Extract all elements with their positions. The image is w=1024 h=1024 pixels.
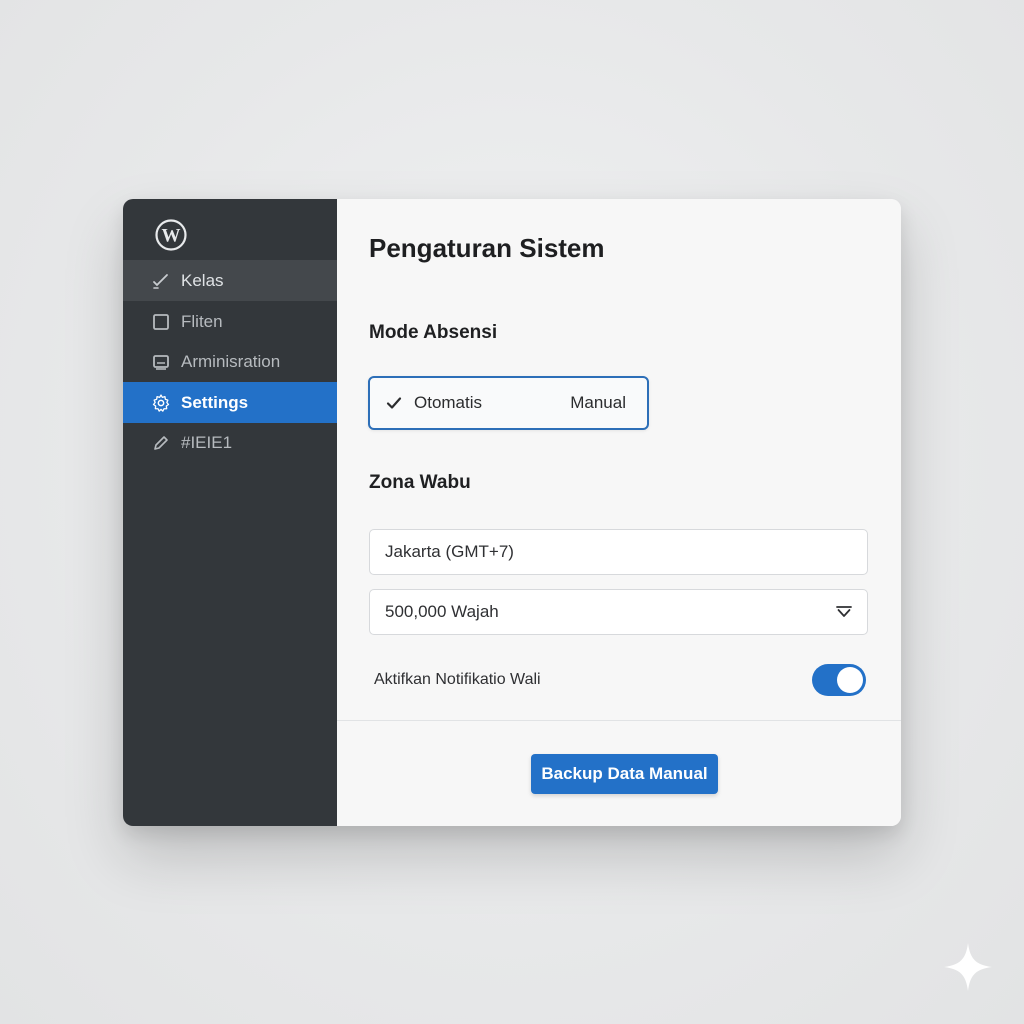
check-icon	[386, 397, 402, 409]
sidebar-nav: Kelas Fliten Arminisration Settings #IEI…	[123, 260, 337, 463]
sidebar-item-label: Arminisration	[181, 352, 281, 371]
sidebar-item-ieie1[interactable]: #IEIE1	[123, 423, 337, 463]
notification-toggle[interactable]	[812, 664, 866, 696]
mode-option-otomatis[interactable]: Otomatis	[386, 393, 482, 413]
settings-panel: Pengaturan Sistem Mode Absensi Otomatis …	[337, 199, 901, 826]
select-value: 500,000 Wajah	[385, 602, 499, 621]
mode-option-label: Manual	[570, 393, 626, 412]
sidebar-item-label: #IEIE1	[181, 433, 233, 452]
sparkle-icon	[944, 943, 992, 991]
zona-waktu-label: Zona Wabu	[369, 472, 471, 493]
page-title: Pengaturan Sistem	[369, 233, 605, 263]
pencil-check-icon	[151, 271, 171, 291]
square-icon	[151, 312, 171, 332]
settings-window: W Kelas Fliten Arminisration Settings #I…	[123, 199, 901, 826]
backup-data-button[interactable]: Backup Data Manual	[531, 754, 718, 794]
wordpress-logo-icon[interactable]: W	[155, 219, 187, 251]
chevron-down-icon	[836, 606, 852, 617]
mode-absensi-toggle: Otomatis Manual	[368, 376, 649, 430]
pen-icon	[151, 433, 171, 453]
timezone-input[interactable]: Jakarta (GMT+7)	[369, 529, 868, 575]
mode-absensi-label: Mode Absensi	[369, 322, 498, 343]
sidebar-item-kelas[interactable]: Kelas	[123, 260, 337, 301]
notification-label: Aktifkan Notifikatio Wali	[374, 671, 541, 688]
monitor-icon	[151, 352, 171, 372]
mode-option-label: Otomatis	[414, 393, 483, 412]
gear-icon	[151, 393, 171, 413]
sidebar-item-label: Fliten	[181, 312, 223, 331]
svg-text:W: W	[162, 226, 181, 247]
sidebar-item-label: Settings	[181, 392, 249, 412]
mode-option-manual[interactable]: Manual	[570, 393, 626, 413]
timezone-value: Jakarta (GMT+7)	[385, 542, 514, 561]
sidebar-item-label: Kelas	[181, 270, 224, 290]
sidebar-item-settings[interactable]: Settings	[123, 382, 337, 423]
sidebar-item-fliten[interactable]: Fliten	[123, 302, 337, 342]
sidebar: W Kelas Fliten Arminisration Settings #I…	[123, 199, 337, 826]
footer-divider	[337, 720, 901, 721]
sidebar-item-administration[interactable]: Arminisration	[123, 342, 337, 382]
toggle-knob	[837, 667, 863, 693]
face-limit-select[interactable]: 500,000 Wajah	[369, 589, 868, 635]
